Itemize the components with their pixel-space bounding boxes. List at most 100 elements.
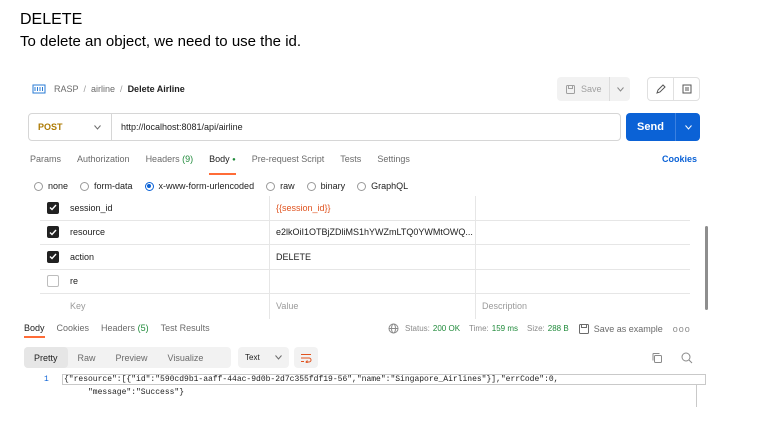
param-key[interactable]: re	[66, 269, 270, 293]
cookies-link[interactable]: Cookies	[662, 154, 697, 164]
tab-headers[interactable]: Headers (9)	[146, 154, 194, 170]
save-icon	[566, 84, 575, 94]
tab-authorization[interactable]: Authorization	[77, 154, 130, 170]
search-icon[interactable]	[681, 351, 693, 369]
radio-circle	[34, 181, 43, 191]
response-meta: Status: 200 OK Time: 159 ms Size: 288 B …	[388, 323, 691, 334]
status-value[interactable]: 200 OK	[433, 324, 460, 333]
view-pretty[interactable]: Pretty	[24, 347, 68, 368]
view-preview[interactable]: Preview	[106, 347, 158, 368]
right-icon-group	[647, 77, 700, 101]
tab-pre-request-script[interactable]: Pre-request Script	[252, 154, 325, 170]
param-value-placeholder[interactable]: Value	[270, 294, 476, 319]
radio-urlencoded[interactable]: x-www-form-urlencoded	[144, 181, 254, 191]
code-ruler	[696, 385, 697, 407]
radio-form-data-label: form-data	[94, 181, 133, 191]
save-label: Save	[581, 84, 602, 94]
breadcrumb-folder[interactable]: airline	[91, 84, 115, 94]
status-label: Status:	[405, 324, 430, 333]
doc-heading: DELETE	[20, 11, 83, 28]
document-icon	[682, 84, 691, 94]
chevron-down-icon	[94, 124, 101, 130]
param-description-placeholder[interactable]: Description	[476, 294, 690, 319]
time-value[interactable]: 159 ms	[492, 324, 518, 333]
save-button-group: Save	[557, 77, 630, 101]
radio-form-data[interactable]: form-data	[80, 181, 133, 191]
view-visualize[interactable]: Visualize	[158, 347, 214, 368]
request-title[interactable]: Delete Airline	[128, 84, 185, 94]
response-tab-headers-label: Headers	[101, 323, 136, 333]
send-button-group: Send	[626, 113, 700, 141]
radio-circle	[266, 181, 276, 191]
param-value[interactable]: e2lkOiI1OTBjZDliMS1hYWZmLTQ0YWMtOWQ...	[270, 220, 476, 244]
param-key[interactable]: action	[66, 245, 270, 269]
send-button[interactable]: Send	[626, 113, 676, 141]
method-label: POST	[38, 122, 63, 132]
save-dropdown-button[interactable]	[610, 86, 630, 92]
more-options-button[interactable]: ooo	[673, 324, 691, 334]
param-key[interactable]: resource	[66, 220, 270, 244]
radio-circle	[80, 181, 90, 191]
size-label: Size:	[526, 324, 545, 333]
response-tab-headers[interactable]: Headers (5)	[101, 323, 149, 333]
body-params-table: session_id {{session_id}} resource e2lkO…	[40, 196, 690, 319]
param-value[interactable]: {{session_id}}	[270, 196, 476, 220]
chevron-down-icon	[684, 124, 692, 130]
param-key-placeholder[interactable]: Key	[66, 294, 270, 319]
radio-binary-label: binary	[320, 181, 346, 191]
response-tab-test-results[interactable]: Test Results	[161, 323, 210, 333]
scrollbar[interactable]	[705, 226, 708, 310]
param-description[interactable]	[476, 245, 690, 269]
response-tab-body[interactable]: Body	[24, 323, 45, 338]
row-checkbox[interactable]	[47, 250, 59, 263]
breadcrumb-collection[interactable]: RASP	[54, 84, 79, 94]
row-checkbox[interactable]	[47, 226, 59, 239]
doc-text: To delete an object, we need to use the …	[20, 33, 302, 50]
tab-body-label: Body	[209, 154, 230, 164]
param-description[interactable]	[476, 196, 690, 220]
method-select[interactable]: POST	[29, 114, 112, 140]
radio-graphql[interactable]: GraphQL	[357, 181, 408, 191]
radio-circle-selected	[144, 181, 154, 191]
format-select[interactable]: Text	[238, 347, 289, 368]
line-number: 1	[44, 375, 49, 384]
docs-button[interactable]	[674, 78, 699, 100]
breadcrumb-separator: /	[120, 84, 123, 94]
response-tab-cookies[interactable]: Cookies	[57, 323, 90, 333]
param-key[interactable]: session_id	[66, 196, 270, 220]
row-checkbox[interactable]	[47, 275, 59, 288]
view-raw[interactable]: Raw	[68, 347, 106, 368]
table-row: action DELETE	[40, 245, 690, 270]
size-value[interactable]: 288 B	[548, 324, 569, 333]
tab-body[interactable]: Body ●	[209, 154, 236, 175]
send-dropdown-button[interactable]	[676, 113, 700, 141]
radio-none[interactable]: none	[34, 181, 68, 191]
radio-binary[interactable]: binary	[306, 181, 346, 191]
radio-circle	[306, 181, 316, 191]
breadcrumb: RASP / airline / Delete Airline	[32, 80, 185, 98]
save-button[interactable]: Save	[557, 77, 610, 101]
tab-params[interactable]: Params	[30, 154, 61, 170]
row-checkbox[interactable]	[47, 201, 59, 214]
check-icon	[49, 204, 57, 211]
wrap-lines-button[interactable]	[294, 347, 318, 368]
save-as-example-label: Save as example	[593, 323, 663, 334]
url-input[interactable]	[112, 122, 620, 132]
radio-raw[interactable]: raw	[266, 181, 295, 191]
param-description[interactable]	[476, 270, 690, 294]
request-tabs: Params Authorization Headers (9) Body ● …	[30, 154, 426, 175]
tab-tests[interactable]: Tests	[340, 154, 361, 170]
edit-button[interactable]	[648, 78, 674, 100]
check-icon	[49, 229, 57, 236]
response-tab-headers-count: (5)	[137, 323, 149, 333]
save-as-example-button[interactable]: Save as example	[578, 323, 663, 334]
tab-settings[interactable]: Settings	[377, 154, 410, 170]
copy-icon[interactable]	[651, 351, 663, 369]
globe-icon	[388, 323, 399, 334]
param-description[interactable]	[476, 221, 690, 245]
code-line: "message":"Success"}	[88, 388, 185, 397]
param-value[interactable]	[270, 269, 476, 293]
radio-graphql-label: GraphQL	[371, 181, 409, 191]
param-value[interactable]: DELETE	[270, 245, 476, 269]
radio-raw-label: raw	[280, 181, 295, 191]
